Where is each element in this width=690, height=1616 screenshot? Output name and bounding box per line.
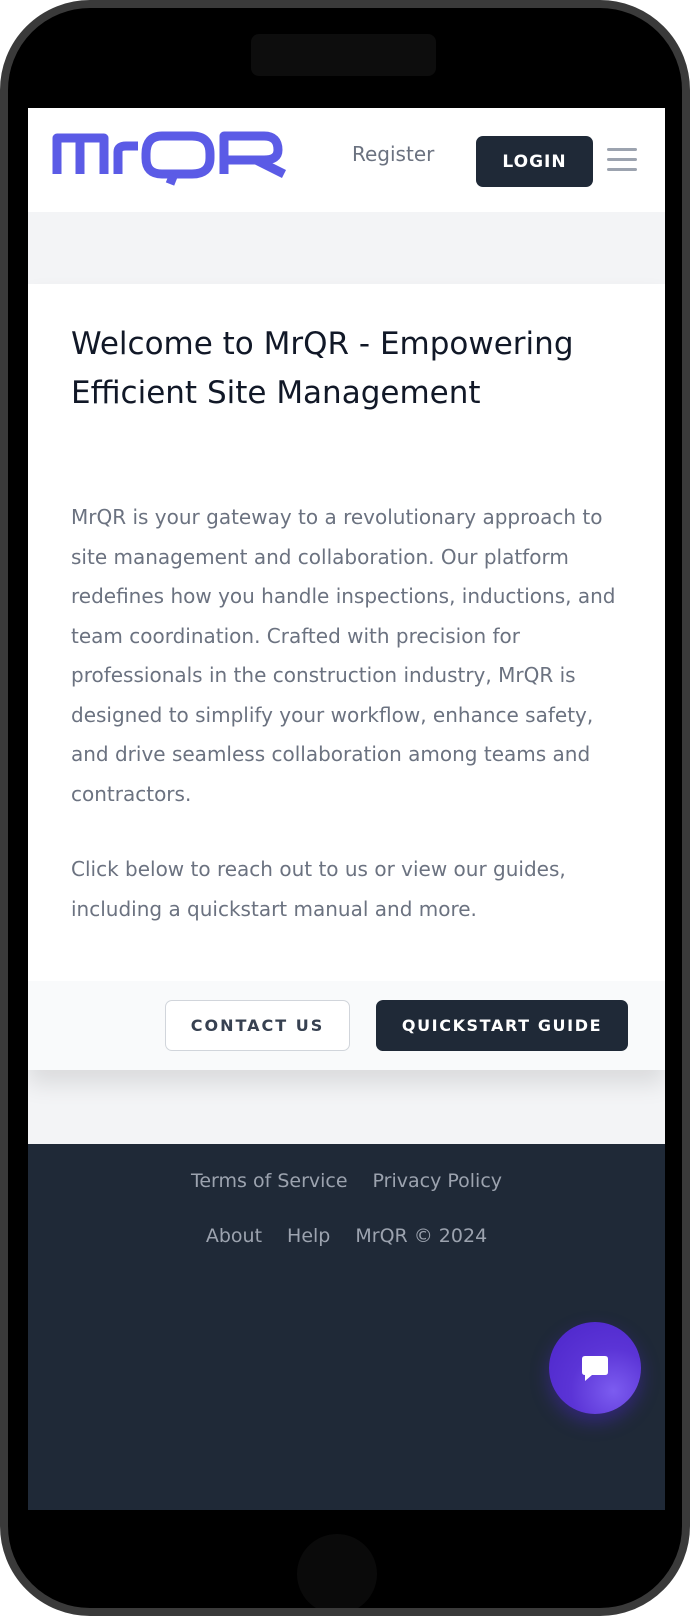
footer-links-row-1: Terms of Service Privacy Policy (28, 1170, 665, 1192)
home-button[interactable] (297, 1534, 377, 1608)
card-actions: CONTACT US QUICKSTART GUIDE (28, 981, 665, 1070)
app-screen: Register LOGIN Welcome to MrQR - Empower… (28, 108, 665, 1510)
about-link[interactable]: About (206, 1225, 262, 1247)
privacy-policy-link[interactable]: Privacy Policy (373, 1170, 502, 1192)
login-button[interactable]: LOGIN (476, 136, 593, 187)
copyright-text: MrQR © 2024 (355, 1225, 488, 1247)
quickstart-guide-button[interactable]: QUICKSTART GUIDE (376, 1000, 628, 1051)
page-footer: Terms of Service Privacy Policy About He… (28, 1144, 665, 1510)
footer-links-row-2: About Help MrQR © 2024 (28, 1225, 665, 1247)
chat-launcher-button[interactable] (549, 1322, 641, 1414)
chat-bubble-icon (582, 1356, 608, 1381)
mrqr-logo[interactable] (52, 122, 292, 188)
welcome-cta-text: Click below to reach out to us or view o… (71, 857, 566, 921)
help-link[interactable]: Help (287, 1225, 330, 1247)
contact-us-button[interactable]: CONTACT US (165, 1000, 350, 1051)
phone-speaker (251, 34, 436, 76)
register-link[interactable]: Register (352, 142, 434, 166)
terms-of-service-link[interactable]: Terms of Service (191, 1170, 348, 1192)
welcome-title: Welcome to MrQR - Empowering Efficient S… (71, 326, 574, 411)
top-navbar: Register LOGIN (28, 108, 665, 212)
welcome-card: Welcome to MrQR - Empowering Efficient S… (28, 284, 665, 1070)
phone-frame: Register LOGIN Welcome to MrQR - Empower… (0, 0, 690, 1616)
welcome-description: MrQR is your gateway to a revolutionary … (71, 505, 616, 806)
hamburger-menu-icon[interactable] (607, 146, 637, 172)
